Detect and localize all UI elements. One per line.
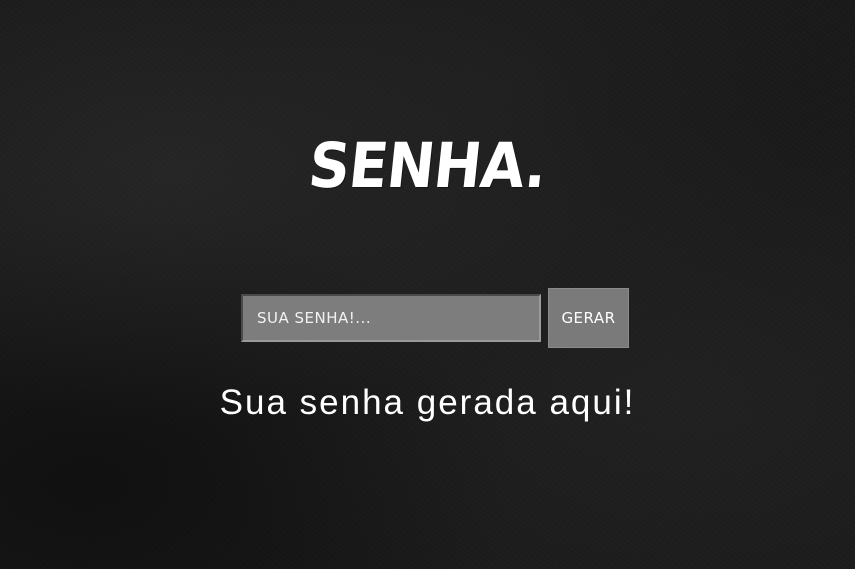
- generated-password-text: Sua senha gerada aqui!: [219, 383, 636, 422]
- password-form: GERAR: [241, 288, 629, 348]
- page-title: SENHA.: [305, 129, 550, 202]
- generate-button[interactable]: GERAR: [548, 288, 629, 348]
- password-input[interactable]: [241, 294, 541, 342]
